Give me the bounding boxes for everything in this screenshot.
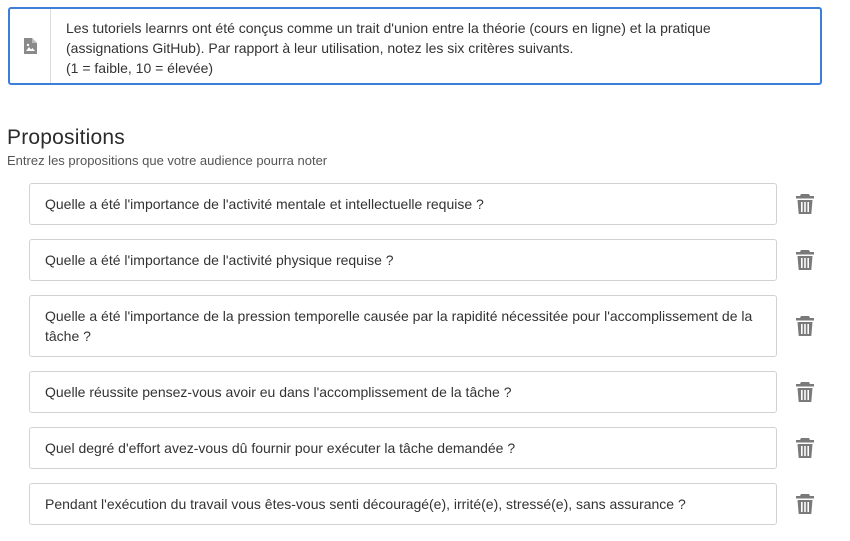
proposition-input[interactable]: Quelle a été l'importance de l'activité … bbox=[29, 183, 777, 225]
description-field[interactable]: Les tutoriels learnrs ont été conçus com… bbox=[8, 7, 822, 85]
proposition-input[interactable]: Quelle a été l'importance de l'activité … bbox=[29, 239, 777, 281]
proposition-row: Quelle a été l'importance de la pression… bbox=[29, 295, 829, 357]
proposition-row: Pendant l'exécution du travail vous êtes… bbox=[29, 483, 829, 525]
section-title: Propositions bbox=[7, 126, 125, 149]
proposition-input[interactable]: Quelle a été l'importance de la pression… bbox=[29, 295, 777, 357]
proposition-row: Quelle a été l'importance de l'activité … bbox=[29, 239, 829, 281]
trash-icon[interactable] bbox=[795, 315, 815, 337]
trash-icon[interactable] bbox=[795, 249, 815, 271]
proposition-row: Quelle réussite pensez-vous avoir eu dan… bbox=[29, 371, 829, 413]
trash-icon[interactable] bbox=[795, 437, 815, 459]
trash-icon[interactable] bbox=[795, 193, 815, 215]
description-text[interactable]: Les tutoriels learnrs ont été conçus com… bbox=[51, 9, 726, 83]
image-file-icon bbox=[24, 38, 37, 54]
section-subtitle: Entrez les propositions que votre audien… bbox=[7, 153, 328, 168]
description-icon-column bbox=[10, 9, 51, 83]
proposition-row: Quelle a été l'importance de l'activité … bbox=[29, 183, 829, 225]
trash-icon[interactable] bbox=[795, 381, 815, 403]
proposition-input[interactable]: Quelle réussite pensez-vous avoir eu dan… bbox=[29, 371, 777, 413]
propositions-list: Quelle a été l'importance de l'activité … bbox=[29, 183, 829, 539]
trash-icon[interactable] bbox=[795, 493, 815, 515]
proposition-row: Quel degré d'effort avez-vous dû fournir… bbox=[29, 427, 829, 469]
proposition-input[interactable]: Quel degré d'effort avez-vous dû fournir… bbox=[29, 427, 777, 469]
proposition-input[interactable]: Pendant l'exécution du travail vous êtes… bbox=[29, 483, 777, 525]
